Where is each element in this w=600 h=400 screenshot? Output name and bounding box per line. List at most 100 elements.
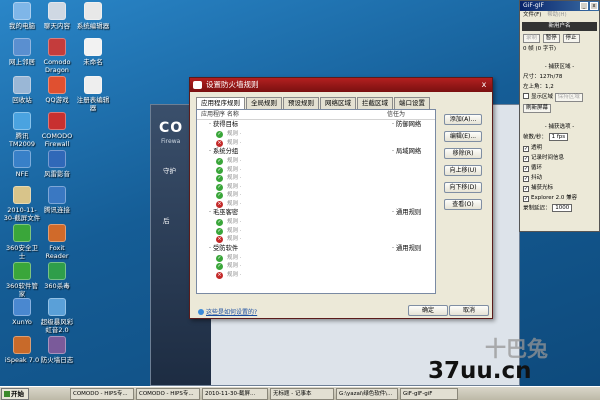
rule-group[interactable]: · 毛巫客密 · 通用规则 [197,208,435,218]
rule-group[interactable]: · 受防软件 · 通用规则 [197,244,435,254]
taskbar-task[interactable]: 2010-11-30-截屏... [202,388,268,400]
tab[interactable]: 网络区域 [320,97,356,109]
cancel-button[interactable]: 取消 [449,305,489,316]
record-button[interactable]: 录制 [523,34,541,43]
option-checkbox[interactable]: ✓ Explorer 2.0 兼容 [520,193,599,203]
desktop-icon[interactable]: 腾讯连接 [38,186,76,214]
start-button[interactable]: 开始 [1,388,29,400]
rule-row[interactable]: ✓ 规则 · [197,166,435,175]
rule-action-button[interactable]: 向上移(U) [444,165,482,176]
refresh-screen-button[interactable]: 刷新屏幕 [523,104,552,113]
stop-button[interactable]: 停止 [562,34,580,43]
rule-row[interactable]: ✓ 规则 · [197,191,435,200]
option-checkbox[interactable]: ✓ 抖动 [520,173,599,183]
delay-select[interactable]: 1000 [552,203,573,212]
desktop-icon[interactable]: 360软件管家 [3,262,41,298]
gif-titlebar[interactable]: GiF-gIF _ x [520,1,599,11]
show-area-checkbox[interactable]: 显示区域 [523,93,553,100]
option-checkbox[interactable]: ✓ 捕获光标 [520,183,599,193]
maintain-area-button[interactable]: 保持区域 [554,93,583,102]
desktop-icon[interactable]: 360安全卫士 [3,224,41,260]
desktop-icon[interactable]: 注册表编辑器 [74,76,112,112]
minimize-icon[interactable]: _ [580,2,588,10]
taskbar-task[interactable]: 无标题 - 记事本 [270,388,334,400]
rule-text: 规则 · [227,166,242,173]
menu-help[interactable]: 帮助(H) [547,12,566,18]
rule-group[interactable]: · 系统分组 · 局域网络 [197,147,435,157]
desktop-icon[interactable]: 系统编辑器 [74,2,112,30]
rule-action-button[interactable]: 添加(A)... [444,114,482,125]
desktop-icon[interactable]: COMODO Firewall [38,112,76,148]
desktop-icon[interactable]: 风雷影音 [38,150,76,178]
desktop-icon[interactable]: 腾讯TM2009 [3,112,41,148]
tab[interactable]: 预设规则 [283,97,319,109]
rule-text: 规则 · [227,175,242,181]
taskbar-task[interactable]: COMODO - HIPS专... [136,388,200,400]
tab[interactable]: 端口设置 [394,97,430,109]
desktop-icon[interactable]: 网上邻居 [3,38,41,66]
rule-action-button[interactable]: 移除(R) [444,148,482,159]
comodo-side-item[interactable]: 后 [163,215,170,225]
refresh-row: 刷新屏幕 [520,103,599,114]
desktop-icon[interactable]: 聊天内容 [38,2,76,30]
rule-row[interactable]: ✓ 规则 · [197,130,435,139]
fps-select[interactable]: 1 fps [548,133,569,141]
rule-action-button[interactable]: 编辑(E)... [444,131,482,142]
rule-row[interactable]: ✓ 规则 · [197,218,435,227]
rule-row[interactable]: ✓ 规则 · [197,174,435,183]
rule-row[interactable]: ✓ 规则 · [197,262,435,271]
pause-button[interactable]: 暂停 [542,34,560,43]
group-policy: · 通用规则 [392,209,422,216]
ok-button[interactable]: 确定 [408,305,448,316]
desktop-icon-label: 防火墙日志 [40,356,74,364]
desktop-icon[interactable]: 2010-11-30-截屏文件 [3,186,41,222]
rule-action-button[interactable]: 向下移(D) [444,182,482,193]
rule-row[interactable]: × 规则 · [197,139,435,148]
desktop-icon[interactable]: XunYo [3,298,41,326]
desktop-icon[interactable]: iSpeak 7.0 [3,336,41,364]
column-policy[interactable]: 信任为 [387,110,405,119]
desktop-icon[interactable]: 未命名 [74,38,112,66]
checkbox-icon: ✓ [523,175,529,182]
rule-row[interactable]: × 规则 · [197,235,435,244]
app-icon [13,2,31,20]
desktop-icon-label: iSpeak 7.0 [4,356,40,364]
taskbar-task[interactable]: G:\yazai\绿色软件\... [336,388,398,400]
desktop-icon[interactable]: 360杀毒 [38,262,76,290]
desktop-icon[interactable]: 防火墙日志 [38,336,76,364]
desktop-icon[interactable]: QQ游戏 [38,76,76,104]
menu-file[interactable]: 文件(F) [523,12,541,18]
app-icon [48,298,66,316]
comodo-side-item[interactable]: 守护 [163,165,176,175]
option-checkbox[interactable]: ✓ 透明 [520,143,599,153]
help-link[interactable]: 这些是如何设置的? [198,307,257,316]
desktop-icon[interactable]: 回收站 [3,76,41,104]
desktop-icon[interactable]: NFE [3,150,41,178]
allow-icon: ✓ [216,263,223,270]
app-icon [48,186,66,204]
option-checkbox[interactable]: ✓ 记录时间信息 [520,153,599,163]
tab[interactable]: 全局规则 [246,97,282,109]
close-icon[interactable]: x [590,2,598,10]
option-checkbox[interactable]: ✓ 循环 [520,163,599,173]
desktop-icon[interactable]: Comodo Dragon [38,38,76,74]
rule-row[interactable]: ✓ 规则 · [197,227,435,236]
rule-action-button[interactable]: 查看(O) [444,199,482,210]
column-application[interactable]: 应用程序 名称 [197,110,387,119]
app-icon [48,336,66,354]
rule-row[interactable]: × 规则 · [197,271,435,280]
desktop-icon[interactable]: Foxit Reader [38,224,76,260]
desktop-icon[interactable]: 我的电脑 [3,2,41,30]
rule-row[interactable]: ✓ 规则 · [197,183,435,192]
rule-row[interactable]: ✓ 规则 · [197,254,435,263]
rule-text: 规则 · [227,192,242,198]
rule-row[interactable]: ✓ 规则 · [197,157,435,166]
rule-group[interactable]: · 获得目标 · 防御网络 [197,120,435,130]
rule-row[interactable]: × 规则 · [197,200,435,209]
tab[interactable]: 拦截区域 [357,97,393,109]
taskbar-task[interactable]: COMODO - HIPS专... [70,388,134,400]
desktop-icon[interactable]: 超级暴风彩虹音2.0 [38,298,76,334]
taskbar-task[interactable]: GiF-gIF-giF [400,388,458,400]
close-icon[interactable]: x [479,80,489,89]
dialog-titlebar[interactable]: 设置防火墙规则 x [190,78,492,92]
